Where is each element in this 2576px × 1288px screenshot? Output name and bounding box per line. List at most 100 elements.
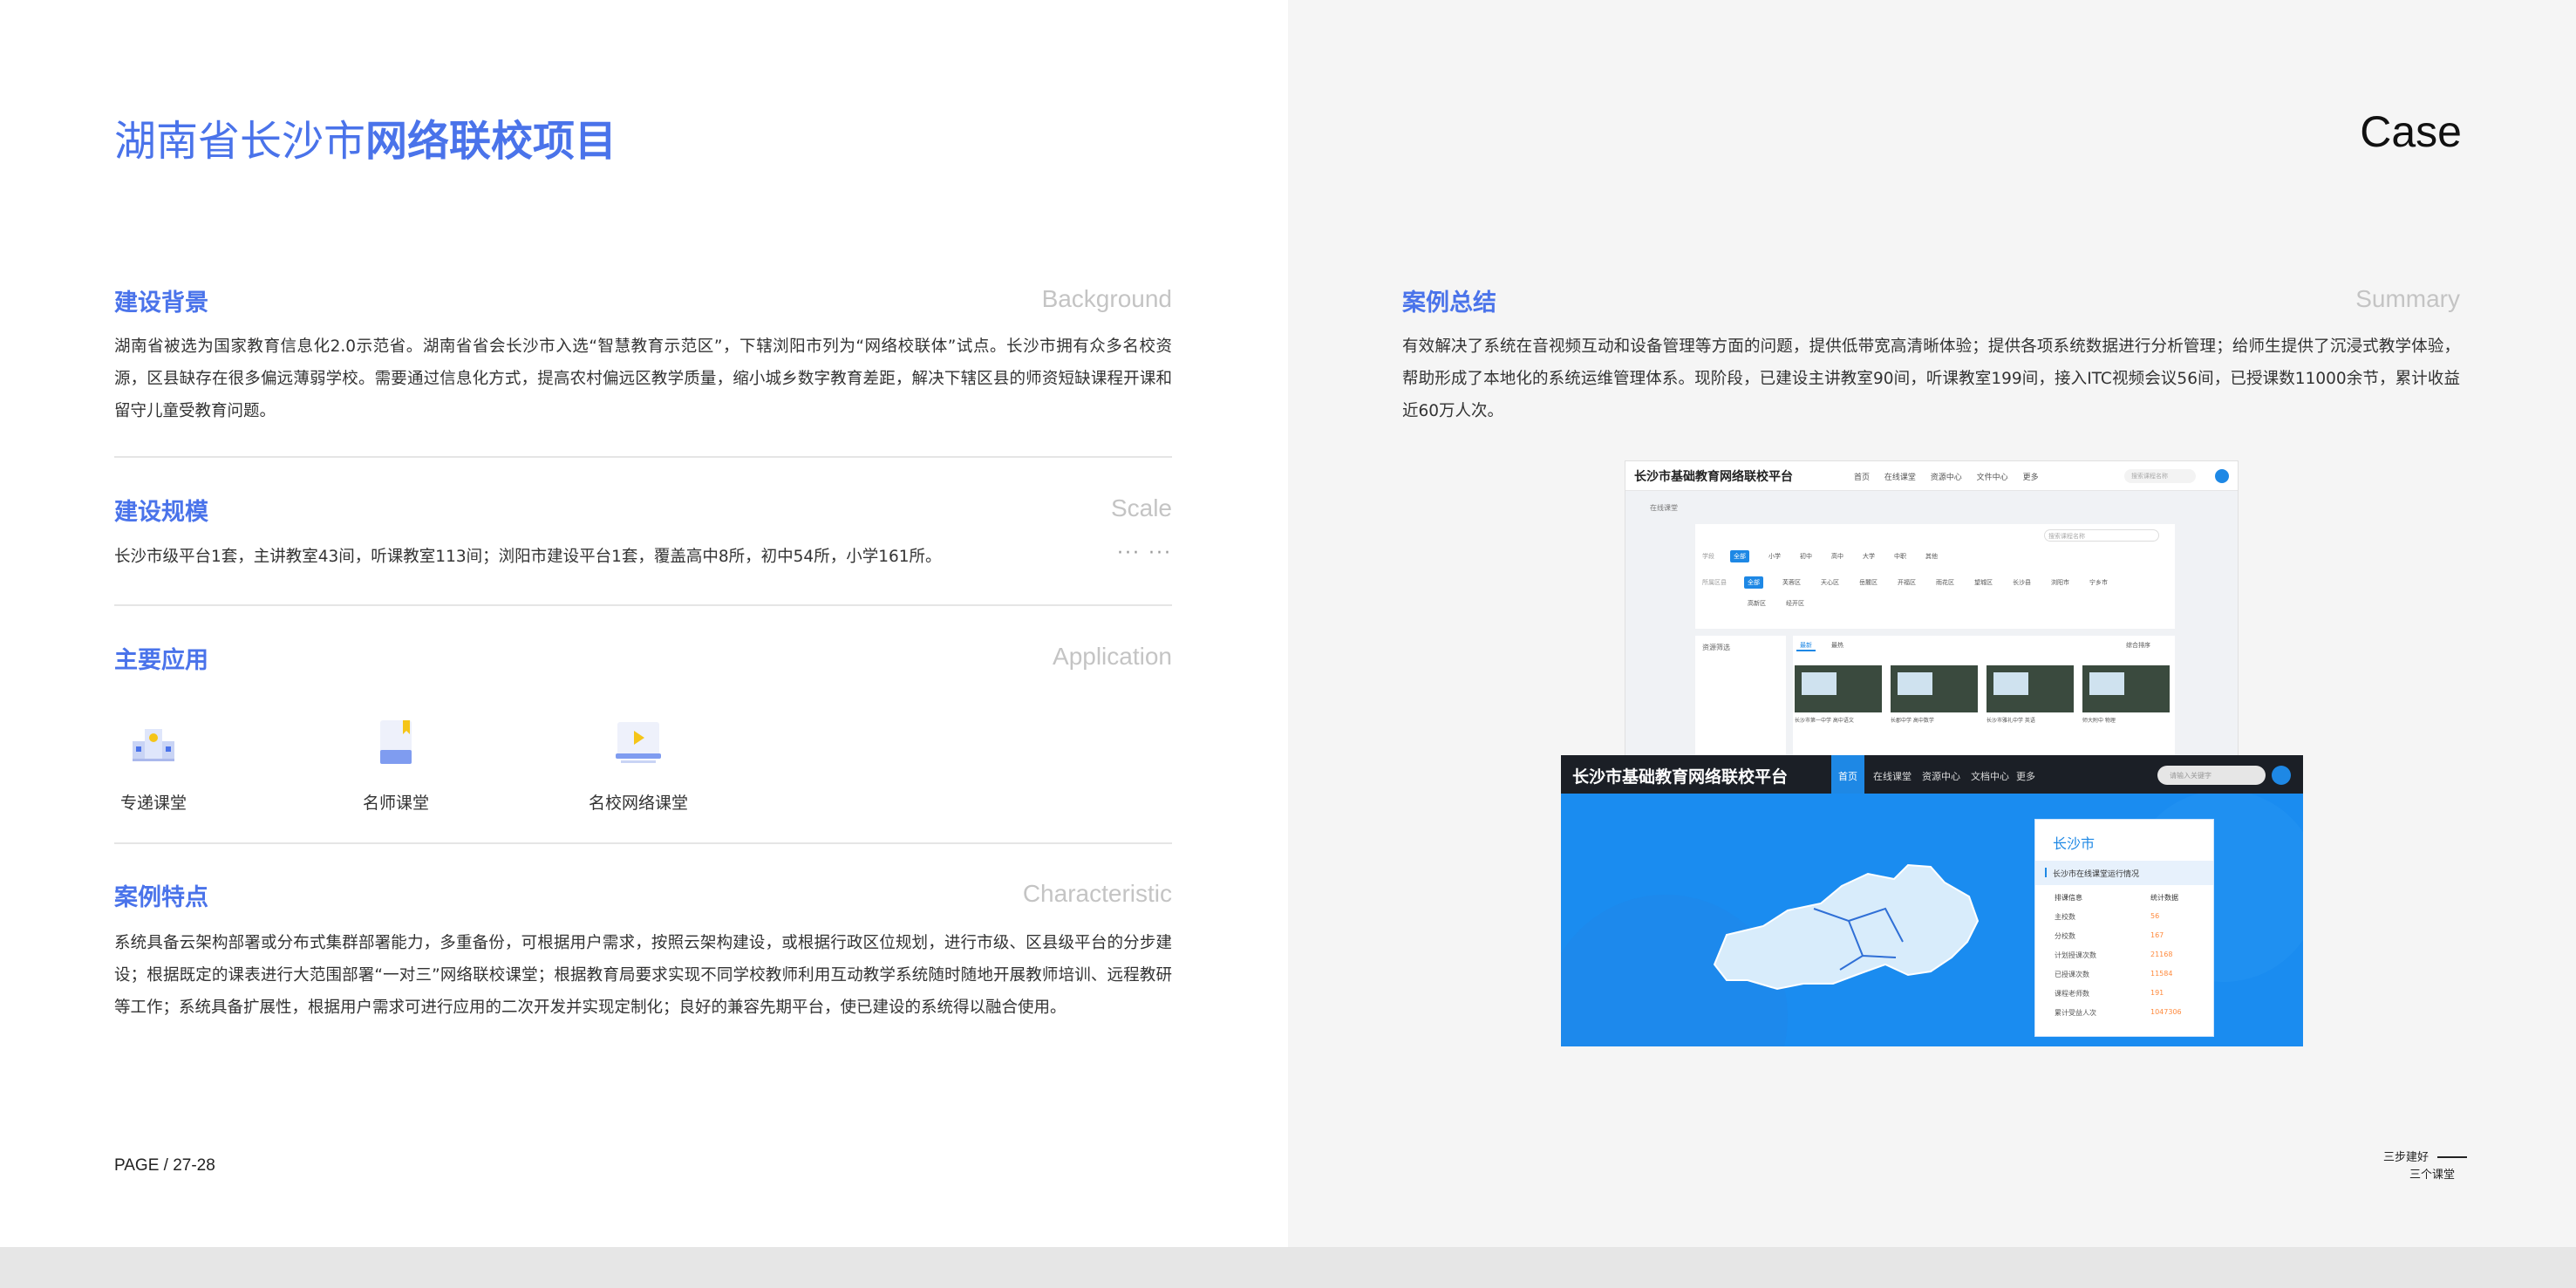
app-item-famous-teacher-class[interactable]: 名师课堂 [326,715,466,814]
s2-stats-card: 长沙市 长沙市在线课堂运行情况 排课信息 统计数据 主校数 56 分校数 167 计划… [2034,819,2214,1037]
thumb-screen [2089,672,2124,695]
s1-nav-item[interactable]: 在线课堂 [1884,474,1916,482]
s2-tab[interactable]: 文档中心 [1971,755,2009,794]
s1-nav-item[interactable]: 文件中心 [1977,474,2008,482]
case-label: Case [2360,107,2462,156]
stat-value: 191 [2150,989,2164,997]
left-page [0,0,1288,1247]
characteristic-heading: 案例特点 [114,884,208,911]
thumb-caption: 师大附中 物理 [2082,718,2116,724]
s1-chip[interactable]: 雨花区 [1932,576,1958,589]
s1-chip[interactable]: 经开区 [1782,597,1808,610]
s1-chip[interactable]: 大学 [1859,550,1878,562]
app-label: 专递课堂 [119,794,187,813]
s1-filter-label: 学段 [1702,553,1714,560]
s1-side-label: 资源筛选 [1695,636,1786,756]
brand-line1: 三步建好 [2383,1151,2429,1164]
summary-heading: 案例总结 [1402,290,1496,317]
s1-nav-item[interactable]: 更多 [2023,474,2039,482]
s1-chip[interactable]: 其他 [1922,550,1941,562]
s2-col-left: 排课信息 [2055,894,2082,902]
s1-chip[interactable]: 长沙县 [2009,576,2034,589]
avatar[interactable] [2215,469,2229,483]
s1-lower: 资源筛选 最新 最热 综合排序 长沙市第一中学 高中语文 长郡中学 高中数学 长… [1695,636,2175,756]
summary-section-header: 案例总结 Summary [1402,283,2460,318]
stat-key: 主校数 [2055,913,2075,921]
video-thumbnail[interactable] [2082,665,2170,712]
s2-tab[interactable]: 首页 [1831,755,1864,794]
s1-chip[interactable]: 全部 [1744,576,1763,589]
s1-nav-item[interactable]: 资源中心 [1931,474,1962,482]
s2-stat-row: 累计受益人次 1047306 [2055,1008,2203,1018]
s1-chip[interactable]: 高新区 [1744,597,1769,610]
avatar[interactable] [2272,766,2291,785]
s1-chip[interactable]: 芙蓉区 [1779,576,1804,589]
changsha-map[interactable] [1713,863,1980,991]
s2-title: 长沙市基础教育网络联校平台 [1572,767,1789,787]
s1-chip[interactable]: 高中 [1828,550,1847,562]
s1-sort-select[interactable]: 综合排序 [2123,639,2154,651]
video-thumbnail[interactable] [1987,665,2074,712]
summary-text: 有效解决了系统在音视频互动和设备管理等方面的问题，提供低带宽高清晰体验；提供各项… [1402,337,2460,420]
s2-col-right: 统计数据 [2150,894,2178,902]
brand-line [2437,1156,2467,1158]
application-heading-en: Application [1053,643,1172,670]
background-section-header: 建设背景 Background [114,283,1172,318]
divider [114,842,1172,844]
s2-tab[interactable]: 更多 [2016,755,2035,794]
s1-chip[interactable]: 开福区 [1894,576,1919,589]
thumb-caption: 长沙市第一中学 高中语文 [1795,718,1854,724]
title-bold: 网络联校项目 [365,117,617,166]
app-item-online-class[interactable]: 名校网络课堂 [569,715,708,814]
s1-filter-search[interactable]: 搜索课程名称 [2044,529,2159,542]
s1-chip[interactable]: 望城区 [1971,576,1996,589]
s1-chip[interactable]: 中职 [1891,550,1910,562]
s2-tab[interactable]: 在线课堂 [1873,755,1912,794]
s2-search-input[interactable]: 请输入关键字 [2157,766,2266,785]
s2-stat-row: 计划授课次数 21168 [2055,951,2203,960]
app-label: 名师课堂 [362,794,429,813]
s2-col-header: 排课信息 统计数据 [2055,893,2203,903]
s2-topbar: 长沙市基础教育网络联校平台 首页 在线课堂 资源中心 文档中心 更多 请输入关键… [1561,755,2303,794]
stat-value: 56 [2150,912,2160,920]
s1-tab-hot[interactable]: 最热 [1828,639,1847,651]
s2-stat-row: 课程老师数 191 [2055,989,2203,998]
background-heading-en: Background [1041,285,1172,312]
stat-value: 11584 [2150,970,2173,978]
s1-chip[interactable]: 小学 [1765,550,1784,562]
s2-subtitle: 长沙市在线课堂运行情况 [2035,861,2213,885]
video-thumbnail[interactable] [1891,665,1978,712]
s1-chip[interactable]: 初中 [1796,550,1816,562]
s1-chip[interactable]: 浏阳市 [2048,576,2073,589]
stat-key: 分校数 [2055,932,2075,940]
stat-key: 计划授课次数 [2055,951,2096,959]
characteristic-text: 系统具备云架构部署或分布式集群部署能力，多重备份，可根据用户需求，按照云架构建设… [114,934,1172,1017]
thumb-screen [1993,672,2028,695]
app-item-express-class[interactable]: 专递课堂 [84,715,223,814]
s1-nav-item[interactable]: 首页 [1854,474,1870,482]
s1-filter-panel: 搜索课程名称 学段 全部 小学 初中 高中 大学 中职 其他 所属区县 全部 芙… [1695,524,2175,629]
background-heading: 建设背景 [114,290,208,317]
app-label: 名校网络课堂 [588,794,688,813]
s1-list: 最新 最热 综合排序 长沙市第一中学 高中语文 长郡中学 高中数学 长沙市雅礼中… [1793,636,2175,756]
thumb-screen [1898,672,1932,695]
brand-logo: 三步建好 三个课堂 [2383,1148,2467,1182]
s1-search-input[interactable]: 搜索课程名称 [2124,469,2196,483]
thumb-caption: 长沙市雅礼中学 英语 [1987,718,2035,724]
characteristic-section-header: 案例特点 Characteristic [114,878,1172,913]
s1-chip[interactable]: 岳麓区 [1856,576,1881,589]
stat-key: 课程老师数 [2055,990,2089,998]
application-heading: 主要应用 [114,647,208,674]
s2-city: 长沙市 [2053,835,2096,852]
stat-value: 21168 [2150,951,2173,958]
page-number: PAGE / 27-28 [114,1156,215,1175]
s1-tab-latest[interactable]: 最新 [1796,639,1816,651]
s1-chip[interactable]: 宁乡市 [2086,576,2111,589]
s1-chip[interactable]: 天心区 [1817,576,1843,589]
video-thumbnail[interactable] [1795,665,1882,712]
background-text: 湖南省被选为国家教育信息化2.0示范省。湖南省省会长沙市入选“智慧教育示范区”，… [114,337,1172,420]
s1-chip[interactable]: 全部 [1730,550,1749,562]
scale-text: 长沙市级平台1套，主讲教室43间，听课教室113间；浏阳市建设平台1套，覆盖高中… [114,548,942,566]
s2-tab[interactable]: 资源中心 [1922,755,1960,794]
stat-value: 167 [2150,931,2164,939]
